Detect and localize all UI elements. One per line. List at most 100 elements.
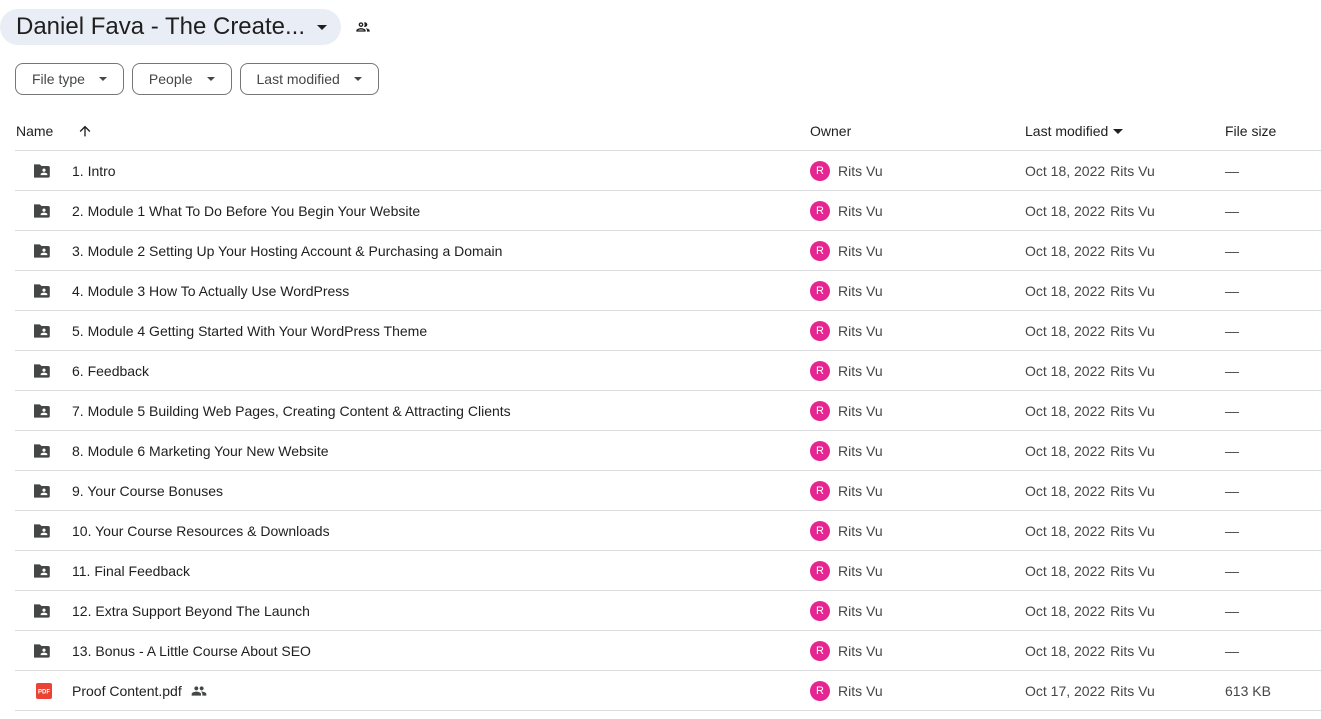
owner-cell: R Rits Vu (810, 551, 883, 591)
shared-folder-icon (34, 151, 54, 191)
modified-date: Oct 18, 2022 (1025, 203, 1106, 219)
last-modified-cell: Oct 18, 2022 Rits Vu (1025, 191, 1155, 231)
arrow-drop-down-icon (98, 77, 107, 81)
file-name-cell: 1. Intro (72, 151, 116, 191)
shared-folder-icon (34, 591, 54, 631)
table-row[interactable]: 3. Module 2 Setting Up Your Hosting Acco… (15, 231, 1321, 271)
avatar: R (810, 641, 830, 661)
avatar: R (810, 481, 830, 501)
table-row[interactable]: 8. Module 6 Marketing Your New Website R R… (15, 431, 1321, 471)
table-row[interactable]: 7. Module 5 Building Web Pages, Creating… (15, 391, 1321, 431)
table-row[interactable]: 13. Bonus - A Little Course About SEO R Ri… (15, 631, 1321, 671)
modified-date: Oct 17, 2022 (1025, 683, 1106, 699)
table-header: Name Owner Last modified File size (15, 111, 1321, 151)
file-name-cell: 10. Your Course Resources & Downloads (72, 511, 330, 551)
avatar: R (810, 441, 830, 461)
last-modified-filter[interactable]: Last modified (239, 63, 379, 95)
modified-by: Rits Vu (1110, 363, 1155, 379)
last-modified-cell: Oct 18, 2022 Rits Vu (1025, 551, 1155, 591)
last-modified-cell: Oct 18, 2022 Rits Vu (1025, 351, 1155, 391)
file-size-cell: — (1225, 203, 1239, 219)
last-modified-cell: Oct 18, 2022 Rits Vu (1025, 471, 1155, 511)
last-modified-column-header[interactable]: Last modified (1025, 111, 1124, 151)
owner-cell: R Rits Vu (810, 511, 883, 551)
file-size-cell: 613 KB (1225, 683, 1271, 699)
owner-cell: R Rits Vu (810, 271, 883, 311)
file-name: 5. Module 4 Getting Started With Your Wo… (72, 323, 428, 339)
sort-caret-icon (1113, 128, 1124, 134)
table-row[interactable]: 4. Module 3 How To Actually Use WordPres… (15, 271, 1321, 311)
file-size-cell: — (1225, 403, 1239, 419)
file-name: 6. Feedback (72, 363, 150, 379)
table-row[interactable]: PDF Proof Content.pdf R Rits Vu Oct 17, 2022… (15, 671, 1321, 711)
modified-by: Rits Vu (1110, 283, 1155, 299)
modified-date: Oct 18, 2022 (1025, 443, 1106, 459)
modified-by: Rits Vu (1110, 483, 1155, 499)
owner-name: Rits Vu (838, 563, 883, 579)
table-row[interactable]: 12. Extra Support Beyond The Launch R Rits… (15, 591, 1321, 631)
file-type-filter[interactable]: File type (15, 63, 124, 95)
shared-folder-icon (34, 511, 54, 551)
file-size-cell: — (1225, 163, 1239, 179)
shared-folder-icon (34, 631, 54, 671)
avatar: R (810, 321, 830, 341)
table-row[interactable]: 11. Final Feedback R Rits Vu Oct 18, 2022 Ri… (15, 551, 1321, 591)
last-modified-cell: Oct 18, 2022 Rits Vu (1025, 591, 1155, 631)
modified-by: Rits Vu (1110, 203, 1155, 219)
avatar: R (810, 241, 830, 261)
shared-folder-icon (34, 311, 54, 351)
table-row[interactable]: 9. Your Course Bonuses R Rits Vu Oct 18, 20… (15, 471, 1321, 511)
name-column-header[interactable]: Name (16, 111, 53, 151)
avatar: R (810, 401, 830, 421)
modified-by: Rits Vu (1110, 643, 1155, 659)
last-modified-cell: Oct 18, 2022 Rits Vu (1025, 511, 1155, 551)
filter-label: File type (32, 71, 85, 87)
svg-text:PDF: PDF (38, 690, 50, 696)
file-name-cell: 5. Module 4 Getting Started With Your Wo… (72, 311, 427, 351)
people-icon[interactable] (353, 17, 373, 37)
modified-by: Rits Vu (1110, 323, 1155, 339)
owner-name: Rits Vu (838, 483, 883, 499)
avatar: R (810, 601, 830, 621)
owner-name: Rits Vu (838, 283, 883, 299)
arrow-upward-icon[interactable] (75, 111, 95, 151)
last-modified-cell: Oct 18, 2022 Rits Vu (1025, 391, 1155, 431)
shared-folder-icon (34, 351, 54, 391)
last-modified-cell: Oct 18, 2022 Rits Vu (1025, 311, 1155, 351)
modified-date: Oct 18, 2022 (1025, 403, 1106, 419)
arrow-drop-down-icon (317, 24, 328, 30)
file-name-cell: 4. Module 3 How To Actually Use WordPres… (72, 271, 349, 311)
last-modified-cell: Oct 17, 2022 Rits Vu (1025, 671, 1155, 711)
modified-by: Rits Vu (1110, 403, 1155, 419)
file-name-cell: 13. Bonus - A Little Course About SEO (72, 631, 311, 671)
people-filter[interactable]: People (131, 63, 232, 95)
file-size-cell: — (1225, 563, 1239, 579)
owner-cell: R Rits Vu (810, 431, 883, 471)
file-size-cell: — (1225, 283, 1239, 299)
owner-name: Rits Vu (838, 243, 883, 259)
file-name: 3. Module 2 Setting Up Your Hosting Acco… (72, 243, 503, 259)
last-modified-cell: Oct 18, 2022 Rits Vu (1025, 271, 1155, 311)
filter-label: Last modified (256, 71, 340, 87)
avatar: R (810, 161, 830, 181)
shared-folder-icon (34, 271, 54, 311)
file-name: 13. Bonus - A Little Course About SEO (72, 643, 311, 659)
file-size-cell: — (1225, 443, 1239, 459)
owner-name: Rits Vu (838, 643, 883, 659)
file-name-cell: 7. Module 5 Building Web Pages, Creating… (72, 391, 511, 431)
table-row[interactable]: 10. Your Course Resources & Downloads R Ri… (15, 511, 1321, 551)
owner-name: Rits Vu (838, 163, 883, 179)
pdf-icon: PDF (34, 671, 54, 711)
table-row[interactable]: 2. Module 1 What To Do Before You Begin … (15, 191, 1321, 231)
modified-by: Rits Vu (1110, 683, 1155, 699)
file-name-cell: 3. Module 2 Setting Up Your Hosting Acco… (72, 231, 502, 271)
table-row[interactable]: 6. Feedback R Rits Vu Oct 18, 2022 Rits Vu — (15, 351, 1321, 391)
table-row[interactable]: 1. Intro R Rits Vu Oct 18, 2022 Rits Vu — (15, 151, 1321, 191)
file-name-cell: 12. Extra Support Beyond The Launch (72, 591, 310, 631)
folder-title-button[interactable]: Daniel Fava - The Create... (0, 9, 342, 45)
owner-column-header[interactable]: Owner (810, 111, 851, 151)
file-name: 11. Final Feedback (72, 563, 191, 579)
table-row[interactable]: 5. Module 4 Getting Started With Your Wo… (15, 311, 1321, 351)
owner-cell: R Rits Vu (810, 671, 883, 711)
file-size-column-header[interactable]: File size (1225, 111, 1276, 151)
